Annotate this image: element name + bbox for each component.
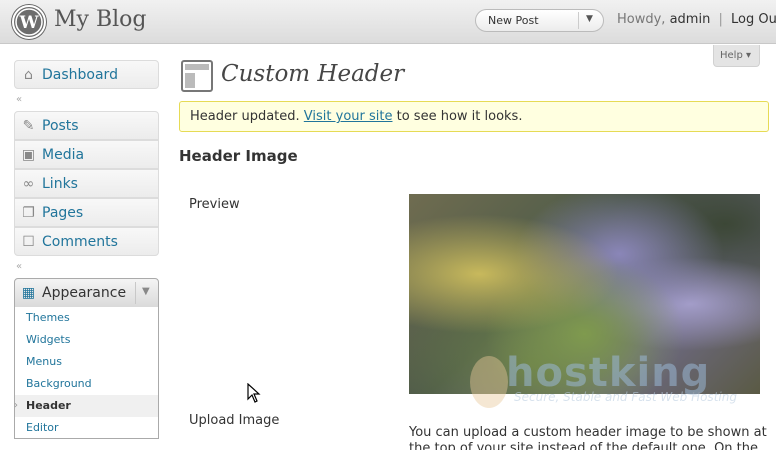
sidebar-item-links[interactable]: ∞ Links [14,169,159,198]
section-heading: Header Image [179,147,298,165]
separator: | [718,12,723,27]
blog-title[interactable]: My Blog [54,7,146,32]
sidebar-item-posts[interactable]: ✎ Posts [14,111,159,140]
submenu-item-header[interactable]: Header [26,399,71,412]
home-icon: ⌂ [24,67,33,83]
collapse-arrow-icon[interactable]: « [16,94,22,105]
dropdown-divider [578,12,579,29]
submenu-item-editor[interactable]: Editor [26,421,59,434]
sidebar-item-label: Comments [42,234,118,250]
visit-site-link[interactable]: Visit your site [304,109,393,124]
pin-icon: ✎ [22,118,35,134]
notice-message: Header updated. [190,109,300,124]
media-icon: ▣ [21,147,36,163]
sidebar-item-dashboard[interactable]: ⌂ Dashboard [14,60,159,89]
new-post-dropdown[interactable]: New Post ▼ [475,9,604,32]
link-icon: ∞ [22,176,35,192]
upload-image-label: Upload Image [189,413,280,428]
menu-divider [135,282,136,304]
collapse-arrow-icon[interactable]: « [16,261,22,272]
upload-description: You can upload a custom header image to … [409,425,767,450]
sidebar-item-pages[interactable]: ❐ Pages [14,198,159,227]
submenu-item-themes[interactable]: Themes [26,311,70,324]
notice-text: Header updated. Visit your site to see h… [190,109,522,124]
logout-link[interactable]: Log Out [731,12,776,27]
sidebar-item-label: Media [42,147,85,163]
submenu-item-background[interactable]: Background [26,377,92,390]
chevron-down-icon[interactable]: ▼ [586,14,593,24]
hostking-watermark: hostking Secure, Stable and Fast Web Hos… [470,350,737,408]
sidebar-item-appearance[interactable]: ▦ Appearance ▼ [14,278,159,308]
submenu-item-menus[interactable]: Menus [26,355,62,368]
sidebar-item-label: Dashboard [42,67,118,83]
pages-icon: ❐ [22,205,35,221]
mascot-logo-icon [470,356,508,408]
appearance-icon: ▦ [21,285,36,301]
page-title: Custom Header [221,61,405,87]
notice-message-suffix: to see how it looks. [396,109,523,124]
new-post-label[interactable]: New Post [488,14,539,27]
user-greeting: Howdy, admin | Log Out [617,12,776,27]
sidebar-item-media[interactable]: ▣ Media [14,140,159,169]
username-link[interactable]: admin [670,12,711,27]
help-tab[interactable]: Help ▾ [713,45,760,67]
comment-icon: ☐ [22,234,35,250]
chevron-down-icon[interactable]: ▼ [142,286,150,297]
preview-label: Preview [189,197,240,212]
update-notice: Header updated. Visit your site to see h… [179,101,769,132]
sidebar-item-label: Appearance [42,285,127,301]
wordpress-logo-icon[interactable]: W [12,5,46,39]
sidebar-item-comments[interactable]: ☐ Comments [14,227,159,256]
current-pointer-icon: › [14,400,18,411]
howdy-text: Howdy, [617,12,666,27]
appearance-submenu: › Themes Widgets Menus Background Header… [14,307,159,439]
sidebar-item-label: Links [42,176,78,192]
watermark-tagline: Secure, Stable and Fast Web Hosting [514,390,737,404]
sidebar-item-label: Pages [42,205,84,221]
appearance-page-icon [181,60,213,92]
submenu-item-widgets[interactable]: Widgets [26,333,70,346]
sidebar-item-label: Posts [42,118,79,134]
svg-text:W: W [18,13,39,33]
mouse-cursor-icon [247,382,261,407]
admin-header: W My Blog New Post ▼ Howdy, admin | Log … [0,0,776,44]
